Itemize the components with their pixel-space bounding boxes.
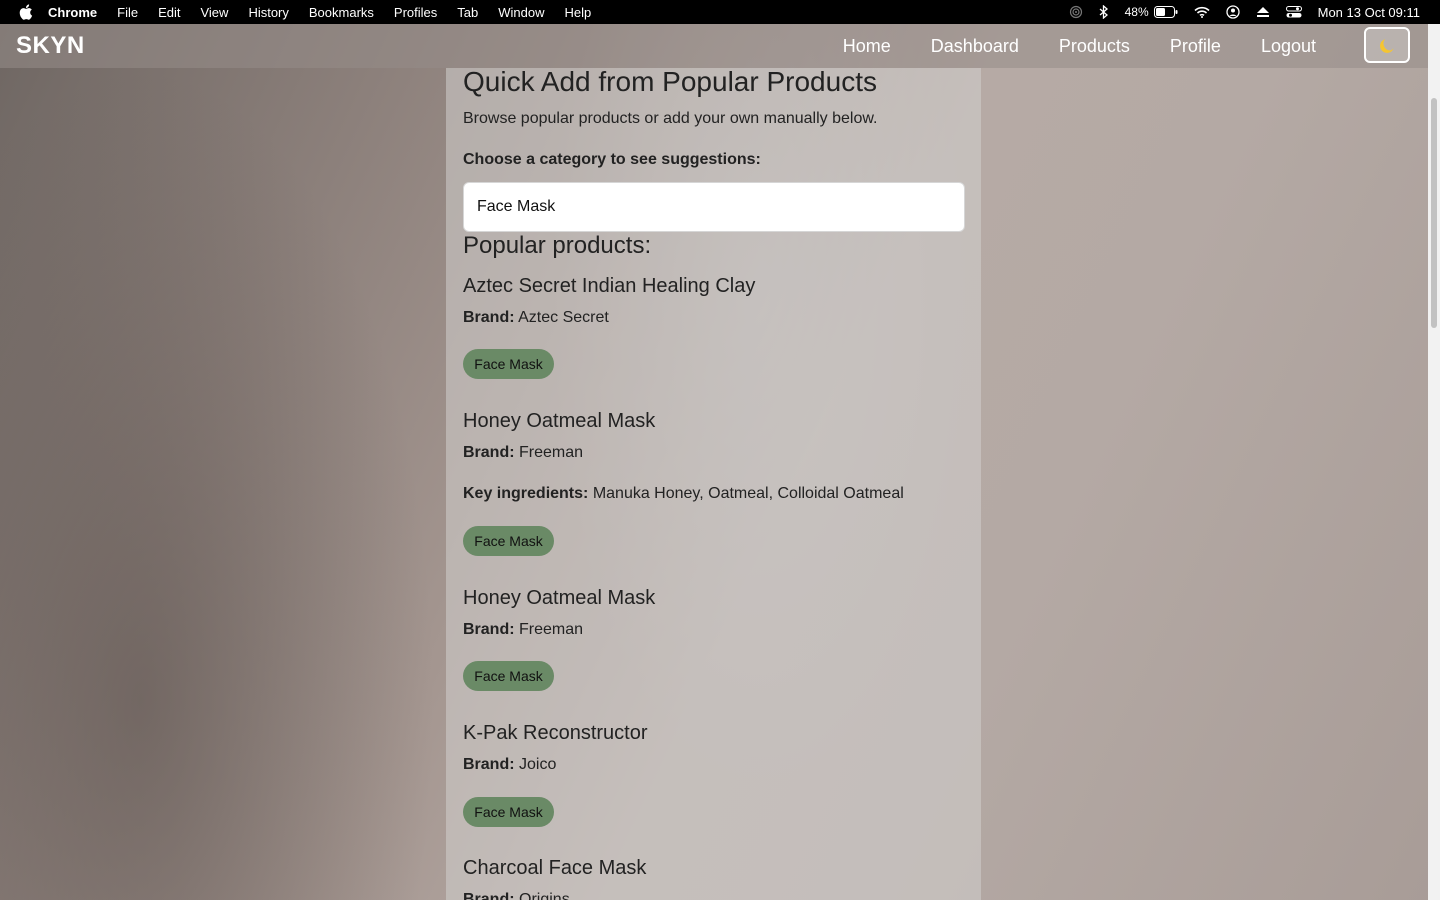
eject-icon[interactable] [1256,6,1270,18]
nav-link-dashboard[interactable]: Dashboard [931,36,1019,57]
product-brand: Brand: Freeman [463,621,583,639]
category-label: Choose a category to see suggestions: [463,151,761,168]
brand-value: Freeman [519,444,584,461]
theme-toggle-button[interactable] [1364,27,1410,63]
product-name[interactable]: Charcoal Face Mask [463,857,646,880]
category-select-value: Face Mask [477,198,556,215]
page-subtitle: Browse popular products or add your own … [463,110,878,127]
airdrop-icon[interactable] [1069,5,1083,19]
category-tag: Face Mask [463,526,554,556]
ingredients-label: Key ingredients: [463,485,589,502]
system-menubar: Chrome File Edit View History Bookmarks … [0,0,1440,24]
battery-status[interactable]: 48% [1125,5,1178,19]
brand-label: Brand: [463,309,515,326]
product-brand: Brand: Joico [463,756,556,774]
brand-label: Brand: [463,891,515,900]
menu-help[interactable]: Help [565,5,592,20]
popular-products-heading: Popular products: [463,232,652,259]
brand-value: Aztec Secret [518,309,609,326]
category-select[interactable]: Face Mask [463,182,965,232]
brand-label: Brand: [463,756,515,773]
brand-value: Origins [519,891,570,900]
menu-window[interactable]: Window [498,5,544,20]
category-tag: Face Mask [463,349,554,379]
bluetooth-icon[interactable] [1099,5,1109,19]
moon-icon [1380,39,1394,53]
brand-logo[interactable]: SKYN [16,32,85,60]
menu-history[interactable]: History [248,5,288,20]
category-tag: Face Mask [463,661,554,691]
nav-link-profile[interactable]: Profile [1170,36,1221,57]
quick-add-panel: Quick Add from Popular Products Browse p… [446,68,981,900]
brand-value: Freeman [519,621,584,638]
status-area: 48% Mon 13 Oct 09:11 [1053,0,1420,24]
battery-icon [1153,6,1178,18]
product-brand: Brand: Freeman [463,444,583,462]
nav-link-home[interactable]: Home [843,36,891,57]
menu-view[interactable]: View [200,5,228,20]
product-brand: Brand: Aztec Secret [463,309,609,327]
control-center-icon[interactable] [1285,6,1302,18]
apple-icon[interactable] [18,4,34,20]
nav-link-products[interactable]: Products [1059,36,1130,57]
menu-file[interactable]: File [117,5,138,20]
nav-links: Home Dashboard Products Profile Logout [803,24,1316,68]
product-name[interactable]: Honey Oatmeal Mask [463,587,655,610]
product-name[interactable]: Aztec Secret Indian Healing Clay [463,275,755,298]
nav-link-logout[interactable]: Logout [1261,36,1316,57]
menu-app-name[interactable]: Chrome [48,5,97,20]
brand-label: Brand: [463,444,515,461]
page-scrollbar[interactable] [1428,24,1440,900]
menu-tab[interactable]: Tab [457,5,478,20]
user-account-icon[interactable] [1225,5,1240,19]
battery-percent: 48% [1124,5,1149,19]
menu-edit[interactable]: Edit [158,5,180,20]
product-ingredients: Key ingredients: Manuka Honey, Oatmeal, … [463,485,904,503]
menu-profiles[interactable]: Profiles [394,5,437,20]
brand-label: Brand: [463,621,515,638]
page-title: Quick Add from Popular Products [463,68,877,97]
ingredients-value: Manuka Honey, Oatmeal, Colloidal Oatmeal [592,485,904,502]
scrollbar-thumb[interactable] [1431,98,1437,328]
wifi-icon[interactable] [1194,6,1210,18]
menubar-clock[interactable]: Mon 13 Oct 09:11 [1318,5,1420,20]
product-name[interactable]: K-Pak Reconstructor [463,722,648,745]
product-name[interactable]: Honey Oatmeal Mask [463,410,655,433]
product-brand: Brand: Origins [463,891,570,900]
menu-bookmarks[interactable]: Bookmarks [309,5,374,20]
category-tag: Face Mask [463,797,554,827]
brand-value: Joico [519,756,557,773]
app-navbar: SKYN Home Dashboard Products Profile Log… [0,24,1428,68]
